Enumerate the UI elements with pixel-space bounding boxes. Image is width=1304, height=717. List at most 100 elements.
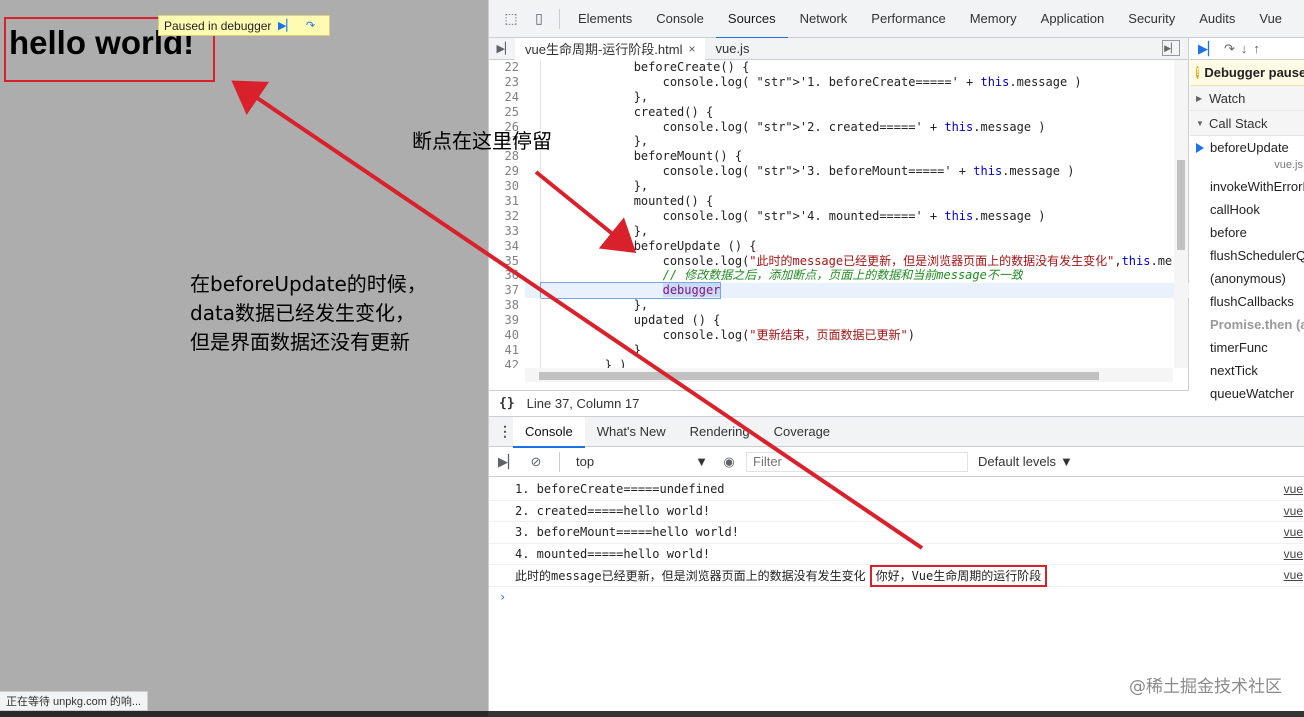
inspect-element-icon[interactable]: ⬚ — [497, 0, 525, 38]
line-number[interactable]: 40 — [489, 328, 525, 343]
call-frame[interactable]: invokeWithErrorHandling — [1190, 175, 1304, 198]
code-text: console.log( "str">'2. created=====' + t… — [547, 119, 1046, 134]
console-prompt[interactable]: › — [489, 587, 1304, 607]
tab-application[interactable]: Application — [1029, 0, 1117, 38]
tab-console[interactable]: Console — [644, 0, 716, 38]
line-number[interactable]: 22 — [489, 60, 525, 75]
resume-icon[interactable]: ▶▏ — [1198, 41, 1218, 57]
step-out-icon[interactable]: ↑ — [1253, 41, 1260, 56]
console-toolbar: ▶▏ ⊘ top ▼ ◉ Default levels ▼ — [489, 447, 1304, 477]
page-viewport: hello world! Paused in debugger ▶▏ ↷ 在be… — [0, 0, 488, 717]
code-text: }, — [547, 89, 649, 104]
tab-security[interactable]: Security — [1116, 0, 1187, 38]
tab-vue[interactable]: Vue — [1247, 0, 1294, 38]
drawer-tab-whats-new[interactable]: What's New — [585, 417, 678, 447]
vertical-scrollbar[interactable] — [1174, 60, 1188, 368]
code-line: 32 console.log( "str">'4. mounted=====' … — [489, 208, 1189, 224]
gutter — [525, 208, 541, 224]
line-number[interactable]: 31 — [489, 194, 525, 209]
drawer-tab-rendering[interactable]: Rendering — [678, 417, 762, 447]
line-number[interactable]: 38 — [489, 298, 525, 314]
tab-performance[interactable]: Performance — [859, 0, 957, 38]
call-frame[interactable]: beforeUpdate — [1190, 136, 1304, 159]
line-number[interactable]: 33 — [489, 223, 525, 239]
line-number[interactable]: 32 — [489, 208, 525, 224]
file-tab-vuejs[interactable]: vue.js — [705, 38, 759, 60]
gutter — [525, 104, 541, 120]
line-number[interactable]: 39 — [489, 313, 525, 329]
toggle-navigator-icon[interactable]: ▶▏ — [495, 38, 515, 60]
call-frame[interactable]: flushCallbacks — [1190, 290, 1304, 313]
line-number[interactable]: 25 — [489, 104, 525, 120]
drawer-tab-coverage[interactable]: Coverage — [762, 417, 842, 447]
call-frame[interactable]: timerFunc — [1190, 336, 1304, 359]
watermark: @稀土掘金技术社区 — [1129, 677, 1282, 697]
call-frame[interactable]: flushSchedulerQueue — [1190, 244, 1304, 267]
line-number[interactable]: 24 — [489, 89, 525, 105]
message-source-link[interactable]: vue — [1284, 525, 1304, 539]
message-source-link[interactable]: vue — [1284, 568, 1304, 582]
code-text: beforeCreate() { — [547, 60, 750, 74]
step-over-icon[interactable]: ↷ — [1224, 41, 1235, 57]
gutter — [525, 253, 541, 269]
more-tools-icon[interactable]: ⋮ — [497, 423, 513, 440]
editor-status-bar: {} Line 37, Column 17 — [489, 390, 1189, 416]
console-filter-input[interactable] — [746, 451, 968, 472]
line-number[interactable]: 34 — [489, 238, 525, 254]
levels-label: Default levels — [978, 454, 1057, 469]
call-frame[interactable]: queueWatcher — [1190, 382, 1304, 405]
code-text: } — [547, 342, 641, 357]
tab-network[interactable]: Network — [788, 0, 860, 38]
line-number[interactable]: 29 — [489, 164, 525, 180]
code-line: 35 console.log("此时的message已经更新，但是浏览器页面上的… — [489, 253, 1189, 269]
gutter — [525, 268, 541, 284]
tab-sources[interactable]: Sources — [715, 0, 788, 39]
message-source-link[interactable]: vue — [1284, 547, 1304, 561]
log-levels-dropdown[interactable]: Default levels ▼ — [978, 454, 1073, 469]
tab-elements[interactable]: Elements — [566, 0, 644, 38]
resume-icon[interactable]: ▶▏ — [277, 18, 295, 34]
tab-memory[interactable]: Memory — [958, 0, 1029, 38]
context-selector[interactable]: top ▼ — [572, 452, 712, 472]
eye-icon[interactable]: ◉ — [718, 451, 740, 473]
scrollbar-thumb[interactable] — [539, 372, 1099, 380]
line-number[interactable]: 41 — [489, 342, 525, 358]
file-tab-html[interactable]: vue生命周期-运行阶段.html × — [515, 37, 706, 60]
code-text: } ) — [547, 357, 627, 368]
close-icon[interactable]: × — [688, 42, 695, 56]
line-number[interactable]: 42 — [489, 357, 525, 368]
call-frame[interactable]: callHook — [1190, 198, 1304, 221]
horizontal-scrollbar[interactable] — [525, 368, 1173, 382]
message-source-link[interactable]: vue — [1284, 504, 1304, 518]
line-number[interactable]: 23 — [489, 74, 525, 90]
line-number[interactable]: 30 — [489, 179, 525, 195]
code-text: }, — [547, 134, 649, 149]
scrollbar-thumb[interactable] — [1177, 160, 1185, 250]
call-stack-section[interactable]: ▼ Call Stack — [1190, 111, 1304, 136]
message-text: 3. beforeMount=====hello world! — [515, 525, 739, 540]
toggle-debugger-icon[interactable]: ▶▏ — [1162, 40, 1180, 56]
pretty-print-icon[interactable]: {} — [499, 396, 515, 411]
code-line: 39 updated () { — [489, 313, 1189, 329]
code-text: updated () { — [547, 313, 721, 328]
call-frame[interactable]: before — [1190, 221, 1304, 244]
sidebar-toggle-icon[interactable]: ▶▏ — [497, 451, 519, 473]
watch-section[interactable]: ▶ Watch — [1190, 86, 1304, 111]
gutter — [525, 313, 541, 329]
code-text: mounted() { — [547, 194, 714, 209]
drawer-tab-console[interactable]: Console — [513, 416, 585, 448]
call-frame[interactable]: nextTick — [1190, 359, 1304, 382]
line-number[interactable]: 36 — [489, 268, 525, 284]
code-editor[interactable]: 22 beforeCreate() { 23 console.log( "str"… — [489, 60, 1189, 368]
drawer-tab-bar: ⋮ Console What's New Rendering Coverage — [489, 416, 1304, 448]
message-source-link[interactable]: vue — [1284, 482, 1304, 496]
step-into-icon[interactable]: ↓ — [1241, 41, 1248, 56]
call-frame[interactable]: (anonymous) — [1190, 267, 1304, 290]
line-number[interactable]: 37 — [489, 283, 525, 299]
device-toolbar-icon[interactable]: ▯ — [525, 0, 553, 38]
line-number[interactable]: 35 — [489, 253, 525, 269]
step-over-icon[interactable]: ↷ — [301, 18, 319, 34]
gutter — [525, 298, 541, 314]
tab-audits[interactable]: Audits — [1187, 0, 1247, 38]
clear-console-icon[interactable]: ⊘ — [525, 451, 547, 473]
